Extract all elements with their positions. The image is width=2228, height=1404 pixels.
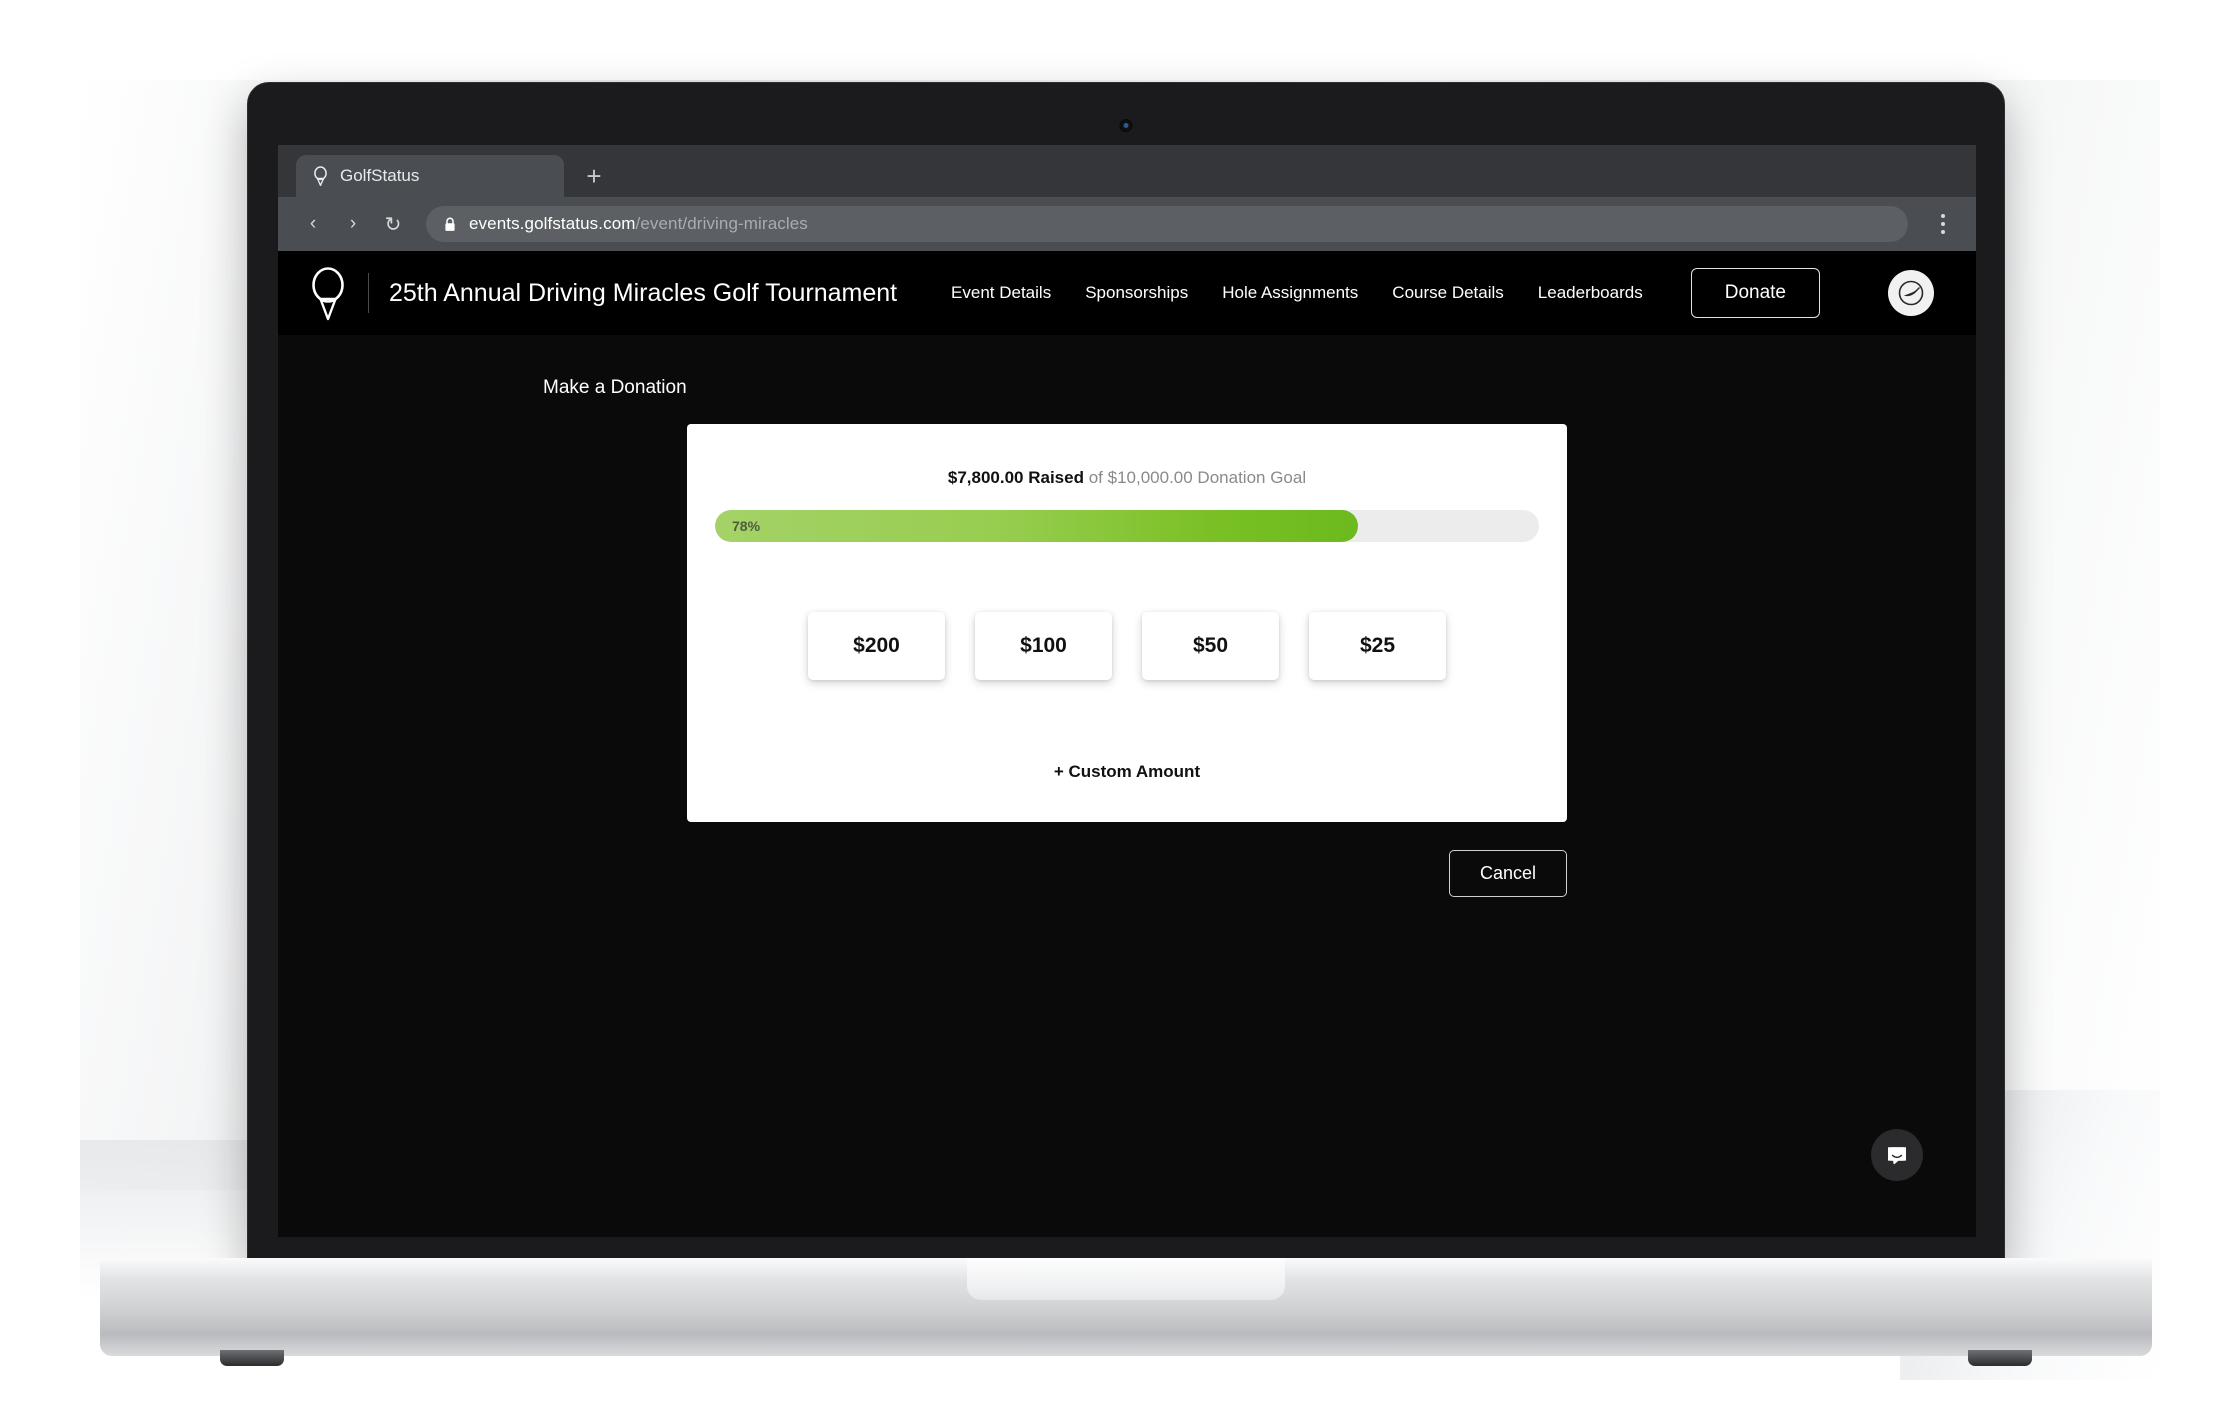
browser-toolbar: ‹ › ↻ events.golfstatus.com/event/drivin… bbox=[278, 197, 1976, 251]
donation-amount-50[interactable]: $50 bbox=[1142, 612, 1279, 680]
browser-tab-strip: GolfStatus + bbox=[278, 145, 1976, 197]
laptop-lid: GolfStatus + ‹ › ↻ events.golfstatus.com… bbox=[247, 82, 2005, 1264]
address-bar[interactable]: events.golfstatus.com/event/driving-mira… bbox=[426, 206, 1908, 242]
user-avatar-icon[interactable] bbox=[1888, 270, 1934, 316]
back-button[interactable]: ‹ bbox=[296, 207, 330, 241]
donate-button[interactable]: Donate bbox=[1690, 268, 1820, 318]
laptop-base bbox=[100, 1258, 2152, 1366]
site-header: 25th Annual Driving Miracles Golf Tourna… bbox=[278, 251, 1976, 335]
reload-button[interactable]: ↻ bbox=[376, 207, 410, 241]
donation-amount-25[interactable]: $25 bbox=[1309, 612, 1446, 680]
browser-tab[interactable]: GolfStatus bbox=[296, 155, 564, 197]
cancel-button[interactable]: Cancel bbox=[1448, 850, 1567, 897]
site-content: 25th Annual Driving Miracles Golf Tourna… bbox=[278, 251, 1976, 1237]
brand-divider bbox=[368, 273, 369, 313]
brand[interactable]: 25th Annual Driving Miracles Golf Tourna… bbox=[308, 265, 897, 321]
forward-button[interactable]: › bbox=[336, 207, 370, 241]
laptop-foot-right bbox=[1968, 1350, 2032, 1366]
new-tab-button[interactable]: + bbox=[572, 155, 616, 197]
url-host: events.golfstatus.com bbox=[469, 214, 636, 233]
donation-card: $7,800.00 Raised of $10,000.00 Donation … bbox=[687, 424, 1567, 822]
custom-amount-link[interactable]: + Custom Amount bbox=[715, 762, 1539, 782]
nav-item-event-details[interactable]: Event Details bbox=[951, 283, 1051, 303]
chat-bubble-icon[interactable] bbox=[1871, 1129, 1923, 1181]
nav-item-course-details[interactable]: Course Details bbox=[1392, 283, 1504, 303]
page-title: 25th Annual Driving Miracles Golf Tourna… bbox=[389, 278, 898, 307]
donation-progress-text: $7,800.00 Raised of $10,000.00 Donation … bbox=[715, 460, 1539, 488]
donation-amount-100[interactable]: $100 bbox=[975, 612, 1112, 680]
nav-item-sponsorships[interactable]: Sponsorships bbox=[1085, 283, 1188, 303]
url-path: /event/driving-miracles bbox=[635, 214, 808, 233]
golf-tee-logo-icon bbox=[308, 265, 348, 321]
raised-amount: $7,800.00 Raised bbox=[947, 468, 1084, 487]
donation-progress-fill: 78% bbox=[715, 510, 1358, 542]
kebab-menu-icon[interactable] bbox=[1928, 214, 1958, 234]
nav-item-hole-assignments[interactable]: Hole Assignments bbox=[1222, 283, 1358, 303]
donation-goal-text: of $10,000.00 Donation Goal bbox=[1088, 468, 1307, 487]
laptop-foot-left bbox=[220, 1350, 284, 1366]
laptop-base-notch bbox=[967, 1258, 1285, 1300]
nav-item-leaderboards[interactable]: Leaderboards bbox=[1538, 283, 1643, 303]
donation-actions: Cancel bbox=[687, 850, 1567, 897]
browser-tab-title: GolfStatus bbox=[340, 166, 420, 185]
screen: GolfStatus + ‹ › ↻ events.golfstatus.com… bbox=[278, 145, 1976, 1237]
url-text: events.golfstatus.com/event/driving-mira… bbox=[469, 214, 808, 234]
webcam-icon bbox=[1119, 119, 1133, 132]
site-nav: Event Details Sponsorships Hole Assignme… bbox=[951, 268, 1934, 318]
golf-tee-icon bbox=[312, 166, 329, 187]
donation-progress-bar: 78% bbox=[715, 510, 1539, 542]
lock-icon bbox=[444, 217, 456, 232]
donation-amount-200[interactable]: $200 bbox=[808, 612, 945, 680]
section-label: Make a Donation bbox=[543, 377, 687, 398]
donation-amount-options: $200 $100 $50 $25 bbox=[715, 612, 1539, 680]
donation-progress-label: 78% bbox=[732, 518, 761, 534]
laptop-scene: GolfStatus + ‹ › ↻ events.golfstatus.com… bbox=[0, 0, 2228, 1404]
